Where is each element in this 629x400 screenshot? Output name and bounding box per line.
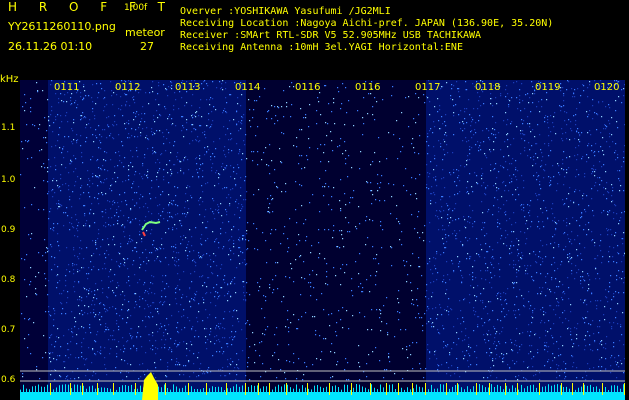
x-tick-label: 0112 xyxy=(115,82,141,93)
baseline-strip xyxy=(20,392,625,400)
meteor-count: 27 xyxy=(140,40,154,53)
x-tick-label: 0114 xyxy=(235,82,261,93)
y-tick-label: 0.9 xyxy=(1,225,16,235)
y-tick-label: 0.8 xyxy=(1,275,16,285)
spectrogram xyxy=(20,80,625,400)
y-axis-unit: kHz xyxy=(0,74,19,85)
receiver-info: Receiver :SMArt RTL-SDR V5 52.905MHz USB… xyxy=(180,30,482,41)
app-version: 1.00f xyxy=(124,3,148,13)
x-tick-label: 0113 xyxy=(175,82,201,93)
x-tick-label: 0119 xyxy=(535,82,561,93)
x-tick-label: 0111 xyxy=(54,82,80,93)
meteor-label: meteor xyxy=(125,26,165,39)
y-tick-label: 1.0 xyxy=(1,175,16,185)
x-tick-label: 0116 xyxy=(295,82,321,93)
x-tick-label: 0117 xyxy=(415,82,441,93)
x-tick-label: 0116 xyxy=(355,82,381,93)
spectrogram-canvas xyxy=(20,80,625,400)
x-tick-label: 0120 xyxy=(594,82,620,93)
antenna-info: Receiving Antenna :10mH 3el.YAGI Horizon… xyxy=(180,42,463,53)
observer-info: Overver :YOSHIKAWA Yasufumi /JG2MLI xyxy=(180,6,391,17)
y-tick-label: 0.7 xyxy=(1,325,16,335)
y-tick-label: 0.6 xyxy=(1,375,16,385)
y-tick-label: 1.1 xyxy=(1,123,16,133)
spectrogram-active-region xyxy=(426,80,625,400)
file-name: YY2611260110.png xyxy=(8,20,116,33)
x-tick-label: 0118 xyxy=(475,82,501,93)
location-info: Receiving Location :Nagoya Aichi-pref. J… xyxy=(180,18,554,29)
timestamp: 26.11.26 01:10 xyxy=(8,40,93,53)
app-title: H R O F F T xyxy=(8,0,175,14)
spectrogram-edge-band xyxy=(20,80,48,400)
